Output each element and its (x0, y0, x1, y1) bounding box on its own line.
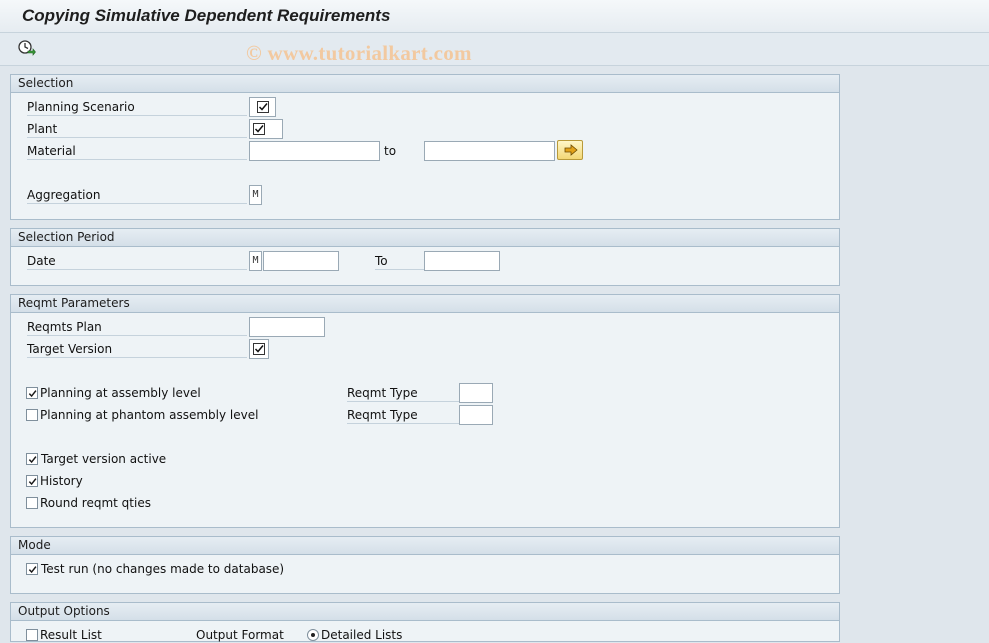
result-list-checkbox[interactable] (26, 629, 38, 641)
phantom-assembly-checkbox[interactable] (26, 409, 38, 421)
target-version-active-checkbox[interactable] (26, 453, 38, 465)
material-label: Material (27, 142, 247, 160)
assembly-level-checkbox[interactable] (26, 387, 38, 399)
target-version-field[interactable] (249, 339, 269, 359)
material-to-input[interactable] (424, 141, 555, 161)
history-checkbox[interactable] (26, 475, 38, 487)
plant-field[interactable] (249, 119, 283, 139)
checkmark-icon (28, 565, 37, 574)
planning-scenario-field[interactable] (249, 97, 276, 117)
target-version-active-label: Target version active (41, 452, 167, 466)
mode-heading: Mode (11, 537, 839, 555)
reqmt-type-label-2: Reqmt Type (347, 406, 459, 424)
output-options-group: Output Options Result List Output Format… (10, 602, 840, 642)
application-toolbar: © www.tutorialkart.com (0, 33, 989, 66)
required-check-icon (257, 101, 269, 113)
aggregation-label: Aggregation (27, 186, 247, 204)
required-check-icon (253, 123, 265, 135)
material-from-input[interactable] (249, 141, 380, 161)
execute-button[interactable] (16, 39, 36, 57)
page-title: Copying Simulative Dependent Requirement… (22, 6, 391, 25)
reqmt-type-label-1: Reqmt Type (347, 384, 459, 402)
round-reqmt-qties-checkbox[interactable] (26, 497, 38, 509)
reqmts-plan-input[interactable] (249, 317, 325, 337)
required-check-icon (253, 343, 265, 355)
reqmt-parameters-group: Reqmt Parameters Reqmts Plan Target Vers… (10, 294, 840, 528)
mode-group: Mode Test run (no changes made to databa… (10, 536, 840, 594)
selection-heading: Selection (11, 75, 839, 93)
watermark-text: © www.tutorialkart.com (246, 41, 472, 65)
aggregation-field[interactable]: M (249, 185, 262, 205)
checkmark-icon (28, 455, 37, 464)
reqmts-plan-label: Reqmts Plan (27, 318, 247, 336)
planning-scenario-label: Planning Scenario (27, 98, 247, 116)
result-list-label: Result List (40, 628, 102, 642)
clock-execute-icon (18, 40, 36, 56)
history-label: History (40, 474, 83, 488)
output-options-heading: Output Options (11, 603, 839, 621)
reqmt-type-input-1[interactable] (459, 383, 493, 403)
selection-period-group: Selection Period Date M To (10, 228, 840, 286)
date-from-input[interactable] (263, 251, 339, 271)
plant-label: Plant (27, 120, 247, 138)
arrow-right-icon (564, 144, 578, 156)
checkmark-icon (28, 389, 37, 398)
phantom-assembly-label: Planning at phantom assembly level (40, 408, 259, 422)
reqmt-type-input-2[interactable] (459, 405, 493, 425)
checkmark-icon (28, 477, 37, 486)
test-run-label: Test run (no changes made to database) (41, 562, 285, 576)
detailed-lists-radio[interactable] (307, 629, 319, 641)
date-to-label: To (375, 252, 425, 270)
date-to-input[interactable] (424, 251, 500, 271)
title-bar: Copying Simulative Dependent Requirement… (0, 0, 989, 33)
assembly-level-label: Planning at assembly level (40, 386, 201, 400)
selection-group: Selection Planning Scenario Plant Materi… (10, 74, 840, 220)
detailed-lists-label: Detailed Lists (321, 628, 403, 642)
output-format-label: Output Format (196, 628, 284, 642)
selection-period-heading: Selection Period (11, 229, 839, 247)
date-indicator[interactable]: M (249, 251, 262, 271)
target-version-label: Target Version (27, 340, 247, 358)
material-to-label: to (384, 144, 397, 158)
round-reqmt-qties-label: Round reqmt qties (40, 496, 151, 510)
date-label: Date (27, 252, 247, 270)
test-run-checkbox[interactable] (26, 563, 38, 575)
multiple-selection-button[interactable] (557, 140, 583, 160)
reqmt-parameters-heading: Reqmt Parameters (11, 295, 839, 313)
